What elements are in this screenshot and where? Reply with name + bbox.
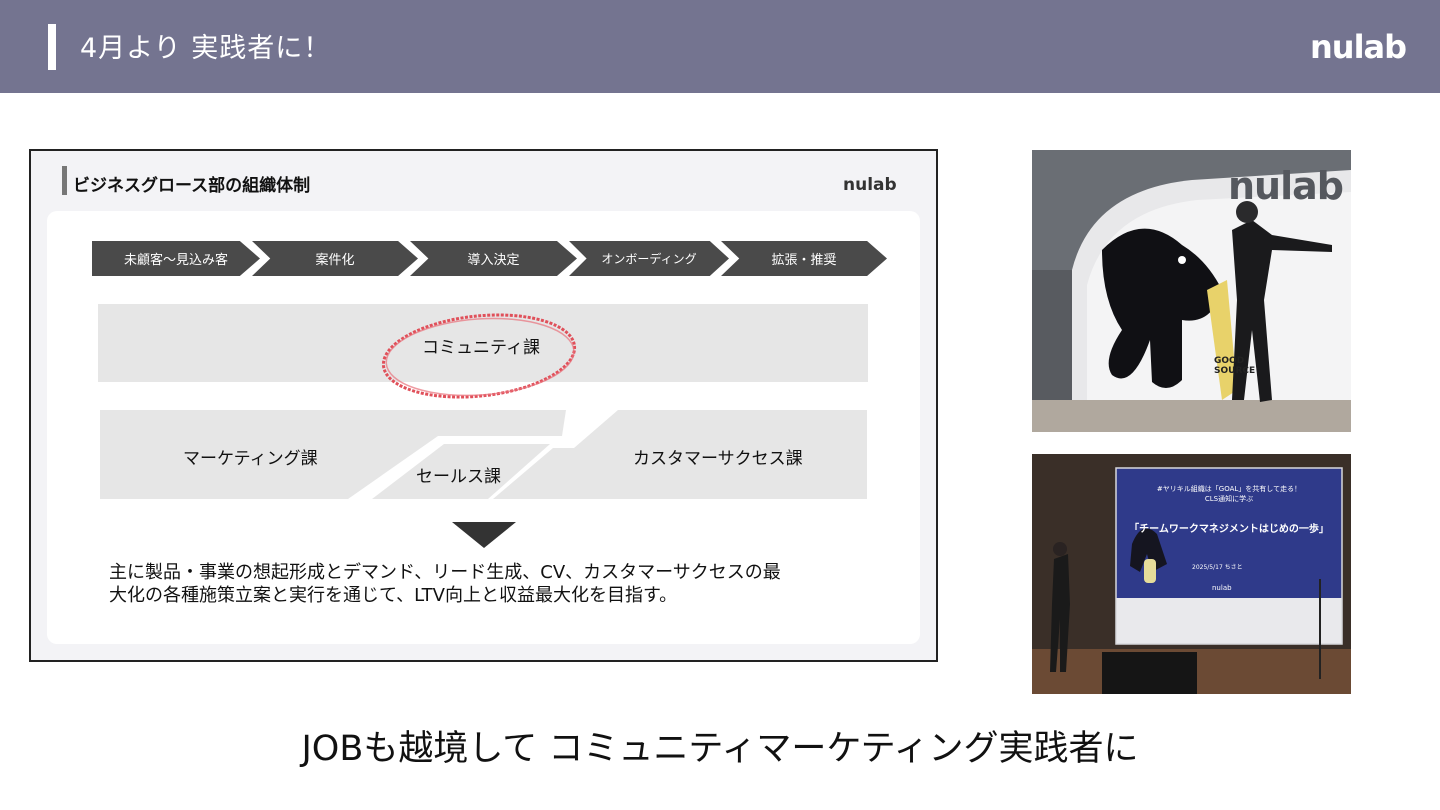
highlight-circle	[381, 313, 577, 399]
summary-text: 主に製品・事業の想起形成とデマンド、リード生成、CV、カスタマーサクセスの最 大…	[109, 561, 879, 607]
step-onboarding: オンボーディング	[569, 241, 729, 276]
bottom-caption: JOBも越境して コミュニティマーケティング実践者に	[301, 729, 1139, 769]
cs-label: カスタマーサクセス課	[633, 449, 803, 469]
summary-line-2: 大化の各種施策立案と実行を通じて、LTV向上と収益最大化を目指す。	[109, 585, 678, 606]
step-expansion: 拡張・推奨	[721, 241, 887, 276]
marketing-label: マーケティング課	[183, 449, 318, 469]
step-prospect: 未顧客〜見込み客	[92, 241, 260, 276]
screen-subtitle: #ヤリキル組織は「GOAL」を共有して走る！ CLS通知に学ぶ	[1116, 484, 1342, 504]
screen-line-2: CLS通知に学ぶ	[1204, 495, 1254, 503]
screen-title: 「チームワークマネジメントはじめの一歩」	[1129, 524, 1329, 535]
screen-logo: nulab	[1212, 584, 1232, 592]
slide-title-accent	[62, 166, 67, 195]
screen-line-1: #ヤリキル組織は「GOAL」を共有して走る！	[1156, 485, 1302, 493]
sales-label: セールス課	[416, 467, 501, 487]
step-deal: 案件化	[252, 241, 418, 276]
step-decision: 導入決定	[410, 241, 577, 276]
summary-line-1: 主に製品・事業の想起形成とデマンド、リード生成、CV、カスタマーサクセスの最	[109, 562, 781, 583]
photo-presentation: #ヤリキル組織は「GOAL」を共有して走る！ CLS通知に学ぶ 「チームワークマ…	[1032, 454, 1351, 694]
page-title: 4月より 実践者に！	[80, 33, 332, 64]
slide-card: 未顧客〜見込み客 案件化 導入決定 オンボーディング 拡張・推奨 コミュニティ課…	[47, 211, 920, 644]
slide-title: ビジネスグロース部の組織体制	[73, 176, 311, 196]
photo-nulab-sign: nulab GOOD SOURCE	[1032, 150, 1351, 432]
photo-sign-text: nulab	[1228, 164, 1344, 208]
header-accent-bar	[48, 24, 56, 70]
nulab-logo: nulab	[1310, 28, 1407, 66]
header: 4月より 実践者に！ nulab	[0, 0, 1440, 93]
screen-date: 2025/5/17 ちさと	[1192, 564, 1243, 571]
down-arrow-icon	[452, 522, 516, 548]
photo-bottle-text: GOOD SOURCE	[1214, 356, 1256, 376]
slide-nulab-logo: nulab	[843, 175, 897, 195]
org-slide: ビジネスグロース部の組織体制 nulab 未顧客〜見込み客 案件化 導入決定 オ…	[29, 149, 938, 662]
